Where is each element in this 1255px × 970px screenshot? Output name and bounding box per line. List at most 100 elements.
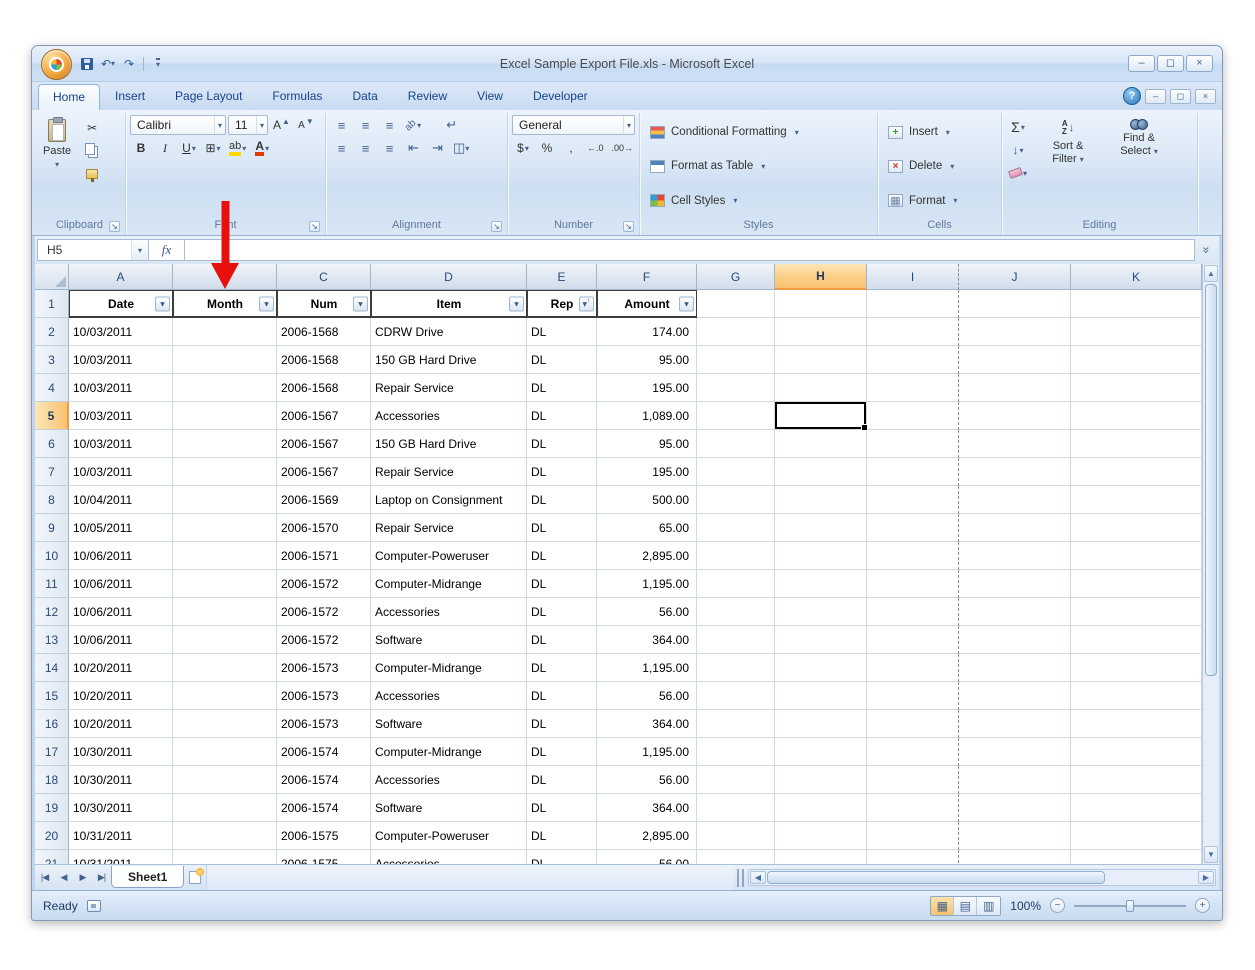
cell-I16[interactable] [867, 710, 959, 738]
cell-B5[interactable] [173, 402, 277, 430]
cell-D8[interactable]: Laptop on Consignment [371, 486, 527, 514]
fill-button[interactable]: ↓▾ [1006, 140, 1030, 160]
cut-button[interactable]: ✂ [81, 118, 103, 138]
undo-button[interactable]: ↶▾ [99, 55, 117, 73]
cell-E4[interactable]: DL [527, 374, 597, 402]
horizontal-scroll-thumb[interactable] [767, 871, 1105, 884]
cell-C17[interactable]: 2006-1574 [277, 738, 371, 766]
cell-F13[interactable]: 364.00 [597, 626, 697, 654]
cell-G8[interactable] [697, 486, 775, 514]
cell-E10[interactable]: DL [527, 542, 597, 570]
cell-K6[interactable] [1071, 430, 1202, 458]
copy-button[interactable] [81, 141, 103, 161]
cell-H13[interactable] [775, 626, 867, 654]
cell-K8[interactable] [1071, 486, 1202, 514]
cell-F6[interactable]: 95.00 [597, 430, 697, 458]
row-header-3[interactable]: 3 [35, 346, 69, 374]
cell-F9[interactable]: 65.00 [597, 514, 697, 542]
workbook-restore-button[interactable]: ◻ [1170, 89, 1191, 104]
sheet-nav-next[interactable]: ▶ [73, 868, 92, 888]
cell-H12[interactable] [775, 598, 867, 626]
cell-C19[interactable]: 2006-1574 [277, 794, 371, 822]
cell-B19[interactable] [173, 794, 277, 822]
zoom-in-button[interactable]: + [1195, 898, 1210, 913]
cell-B7[interactable] [173, 458, 277, 486]
cell-H18[interactable] [775, 766, 867, 794]
cell-B18[interactable] [173, 766, 277, 794]
cell-K2[interactable] [1071, 318, 1202, 346]
cell-E7[interactable]: DL [527, 458, 597, 486]
cell-F10[interactable]: 2,895.00 [597, 542, 697, 570]
cell-E15[interactable]: DL [527, 682, 597, 710]
cell-D6[interactable]: 150 GB Hard Drive [371, 430, 527, 458]
cell-B21[interactable] [173, 850, 277, 864]
filter-button-rep[interactable]: ▾↑ [579, 296, 594, 311]
cell-H4[interactable] [775, 374, 867, 402]
increase-indent-button[interactable]: ⇥ [426, 138, 448, 158]
font-color-button[interactable]: A▾ [251, 138, 273, 158]
cell-H8[interactable] [775, 486, 867, 514]
cells-item-insert[interactable]: Insert▾ [882, 119, 997, 145]
sheet-nav-first[interactable]: |◀ [35, 868, 54, 888]
cell-A6[interactable]: 10/03/2011 [69, 430, 173, 458]
cell-E19[interactable]: DL [527, 794, 597, 822]
cell-B17[interactable] [173, 738, 277, 766]
cell-D19[interactable]: Software [371, 794, 527, 822]
page-layout-view-button[interactable]: ▤ [954, 897, 977, 915]
column-header-J[interactable]: J [959, 264, 1071, 290]
cell-H11[interactable] [775, 570, 867, 598]
styles-item-cell-styles[interactable]: Cell Styles▾ [644, 188, 873, 214]
cell-D9[interactable]: Repair Service [371, 514, 527, 542]
borders-button[interactable]: ⊞▾ [202, 138, 224, 158]
normal-view-button[interactable]: ▦ [931, 897, 954, 915]
cell-H1[interactable] [775, 290, 867, 318]
cell-K16[interactable] [1071, 710, 1202, 738]
cell-I2[interactable] [867, 318, 959, 346]
column-header-K[interactable]: K [1071, 264, 1202, 290]
cell-D14[interactable]: Computer-Midrange [371, 654, 527, 682]
bold-button[interactable]: B [130, 138, 152, 158]
cell-J17[interactable] [959, 738, 1071, 766]
cell-F14[interactable]: 1,195.00 [597, 654, 697, 682]
cell-B11[interactable] [173, 570, 277, 598]
zoom-slider-thumb[interactable] [1126, 900, 1134, 912]
percent-style-button[interactable]: % [536, 138, 558, 158]
filter-button-amount[interactable]: ▾ [679, 296, 694, 311]
bottom-align-button[interactable]: ≡ [378, 115, 400, 135]
cell-I17[interactable] [867, 738, 959, 766]
cell-G17[interactable] [697, 738, 775, 766]
number-format-combo[interactable]: General ▾ [512, 115, 635, 135]
row-header-11[interactable]: 11 [35, 570, 69, 598]
cell-E11[interactable]: DL [527, 570, 597, 598]
cell-D18[interactable]: Accessories [371, 766, 527, 794]
cell-K17[interactable] [1071, 738, 1202, 766]
cell-F3[interactable]: 95.00 [597, 346, 697, 374]
cell-G10[interactable] [697, 542, 775, 570]
restore-button[interactable]: ◻ [1157, 55, 1184, 72]
top-align-button[interactable]: ≡ [330, 115, 352, 135]
cell-F7[interactable]: 195.00 [597, 458, 697, 486]
cell-G2[interactable] [697, 318, 775, 346]
tab-data[interactable]: Data [337, 83, 392, 110]
save-button[interactable] [78, 55, 96, 73]
cell-A11[interactable]: 10/06/2011 [69, 570, 173, 598]
cell-A15[interactable]: 10/20/2011 [69, 682, 173, 710]
cell-I3[interactable] [867, 346, 959, 374]
cell-B4[interactable] [173, 374, 277, 402]
expand-formula-bar-button[interactable]: » [1195, 239, 1217, 261]
row-header-19[interactable]: 19 [35, 794, 69, 822]
chevron-down-icon[interactable]: ▾ [131, 240, 148, 260]
cell-J11[interactable] [959, 570, 1071, 598]
accounting-format-button[interactable]: $▾ [512, 138, 534, 158]
cell-J21[interactable] [959, 850, 1071, 864]
row-header-5[interactable]: 5 [35, 402, 69, 430]
horizontal-scrollbar[interactable]: ◀ ▶ [748, 869, 1216, 886]
cell-A5[interactable]: 10/03/2011 [69, 402, 173, 430]
cell-E3[interactable]: DL [527, 346, 597, 374]
cell-J14[interactable] [959, 654, 1071, 682]
cells-item-delete[interactable]: Delete▾ [882, 153, 997, 179]
cell-H20[interactable] [775, 822, 867, 850]
cell-J13[interactable] [959, 626, 1071, 654]
cell-D17[interactable]: Computer-Midrange [371, 738, 527, 766]
autosum-button[interactable]: Σ▾ [1006, 117, 1030, 137]
